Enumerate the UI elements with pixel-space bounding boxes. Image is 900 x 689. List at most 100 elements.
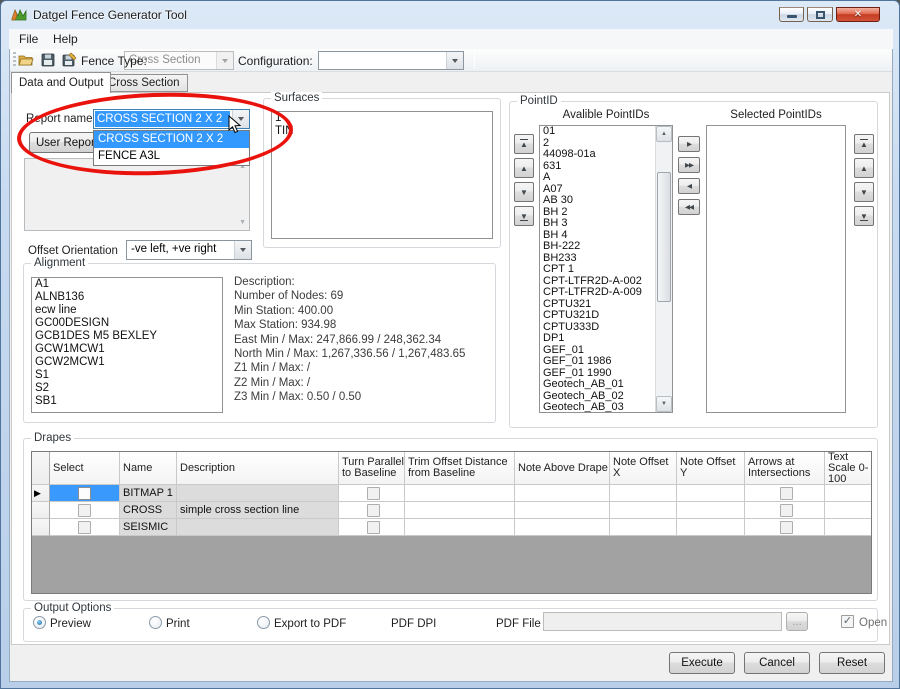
list-item[interactable]: TIN [272,125,492,138]
offset-orientation-combobox[interactable]: -ve left, +ve right [126,240,252,260]
select-checkbox[interactable] [78,487,91,500]
list-item[interactable]: ecw line [32,304,222,317]
row-header-cell[interactable]: ▶ [32,485,50,502]
list-item[interactable]: SB1 [32,395,222,408]
note-offset-x-cell[interactable] [610,519,677,536]
available-move-first-button[interactable]: ▲ [514,134,534,154]
column-header[interactable]: Note Offset X [610,452,677,485]
turn-parallel-checkbox[interactable] [367,487,380,500]
close-button[interactable]: ✕ [836,7,880,22]
turn-parallel-checkbox[interactable] [367,504,380,517]
available-move-down-button[interactable]: ▼ [514,182,534,202]
scrollbar[interactable]: ▲ ▼ [655,126,672,412]
list-item[interactable]: 1 [272,112,492,125]
scrollbar-down-button[interactable]: ▼ [656,396,672,412]
selected-pointids-listbox[interactable] [706,125,846,413]
note-above-cell[interactable] [515,502,610,519]
selected-move-last-button[interactable]: ▼ [854,206,874,226]
open-file-icon[interactable] [18,52,34,68]
save-as-icon[interactable] [61,52,77,68]
transfer-all-right-button[interactable]: ▶▶ [678,157,700,173]
list-item[interactable]: S1 [32,369,222,382]
menu-file[interactable]: File [19,32,38,46]
list-item[interactable]: CPT 1 [540,264,655,276]
arrows-cell[interactable] [745,502,825,519]
name-cell[interactable]: CROSS [120,502,177,519]
list-item[interactable]: A1 [32,278,222,291]
select-cell[interactable] [50,485,120,502]
print-radio[interactable] [149,616,162,629]
turn-parallel-cell[interactable] [339,519,405,536]
configuration-combobox[interactable] [318,51,464,70]
turn-parallel-cell[interactable] [339,502,405,519]
list-item[interactable]: CPT-LTFR2D-A-009 [540,287,655,299]
maximize-button[interactable] [807,7,833,22]
list-item[interactable]: GC00DESIGN [32,317,222,330]
available-move-up-button[interactable]: ▲ [514,158,534,178]
list-item[interactable]: S2 [32,382,222,395]
select-cell[interactable] [50,502,120,519]
note-offset-x-cell[interactable] [610,485,677,502]
transfer-all-left-button[interactable]: ◀◀ [678,199,700,215]
text-scale-cell[interactable] [825,502,871,519]
column-header[interactable]: Text Scale 0-100 [825,452,871,485]
available-pointids-listbox[interactable]: 01244098-01a631AA07AB 30BH 2BH 3BH 4BH-2… [539,125,673,413]
note-offset-y-cell[interactable] [677,519,745,536]
toolbar-grip[interactable] [13,52,16,68]
column-header[interactable]: Turn Parallel to Baseline [339,452,405,485]
list-item[interactable]: 44098-01a [540,149,655,161]
list-item[interactable]: 01 [540,126,655,138]
column-header[interactable]: Name [120,452,177,485]
name-cell[interactable]: SEISMIC [120,519,177,536]
name-cell[interactable]: BITMAP 1 [120,485,177,502]
list-item[interactable]: 631 [540,161,655,173]
preview-radio[interactable] [33,616,46,629]
description-cell[interactable] [177,519,339,536]
selected-move-first-button[interactable]: ▲ [854,134,874,154]
tab-data-and-output[interactable]: Data and Output [11,72,111,93]
list-item[interactable]: GCW1MCW1 [32,343,222,356]
column-header[interactable]: Trim Offset Distance from Baseline [405,452,515,485]
column-header[interactable]: Note Offset Y [677,452,745,485]
column-header[interactable]: Select [50,452,120,485]
note-above-cell[interactable] [515,519,610,536]
alignment-listbox[interactable]: A1ALNB136ecw lineGC00DESIGNGCB1DES M5 BE… [31,277,223,413]
offset-orientation-dropdown-button[interactable] [234,241,251,259]
list-item[interactable]: GEF_01 1986 [540,356,655,368]
select-checkbox[interactable] [78,521,91,534]
list-item[interactable]: Geotech_AB_03 [540,402,655,412]
selected-move-down-button[interactable]: ▼ [854,182,874,202]
export-to-pdf-radio[interactable] [257,616,270,629]
arrows-checkbox[interactable] [780,521,793,534]
arrows-cell[interactable] [745,485,825,502]
list-item[interactable]: A [540,172,655,184]
list-item[interactable]: GCB1DES M5 BEXLEY [32,330,222,343]
note-offset-x-cell[interactable] [610,502,677,519]
column-header[interactable]: Description [177,452,339,485]
list-item[interactable]: ALNB136 [32,291,222,304]
configuration-dropdown-button[interactable] [446,52,463,69]
trim-offset-cell[interactable] [405,485,515,502]
scrollbar-up-button[interactable]: ▲ [656,126,672,142]
description-cell[interactable]: simple cross section line [177,502,339,519]
tab-cross-section[interactable]: Cross Section [100,74,188,92]
execute-button[interactable]: Execute [669,652,735,674]
column-header[interactable]: Arrows at Intersections [745,452,825,485]
row-header-cell[interactable] [32,519,50,536]
trim-offset-cell[interactable] [405,502,515,519]
list-item[interactable]: BH-222 [540,241,655,253]
scrollbar-thumb[interactable] [657,172,671,302]
note-offset-y-cell[interactable] [677,502,745,519]
list-item[interactable]: Geotech_AB_01 [540,379,655,391]
cancel-button[interactable]: Cancel [744,652,810,674]
text-scale-cell[interactable] [825,485,871,502]
available-move-last-button[interactable]: ▼ [514,206,534,226]
note-above-cell[interactable] [515,485,610,502]
column-header[interactable]: Note Above Drape [515,452,610,485]
turn-parallel-checkbox[interactable] [367,521,380,534]
arrows-checkbox[interactable] [780,504,793,517]
select-cell[interactable] [50,519,120,536]
surfaces-listbox[interactable]: 1TIN [271,111,493,239]
turn-parallel-cell[interactable] [339,485,405,502]
description-cell[interactable] [177,485,339,502]
